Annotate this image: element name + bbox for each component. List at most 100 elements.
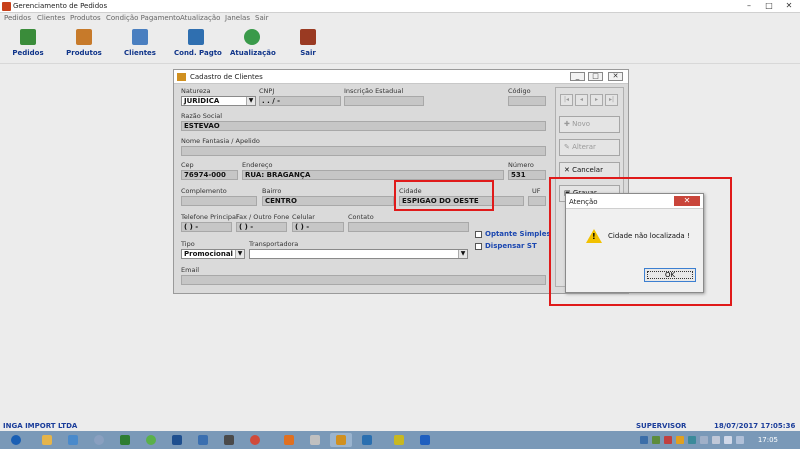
status-datetime: 18/07/2017 17:05:36 <box>714 422 796 430</box>
celular-label: Celular <box>292 213 315 221</box>
cadastro-close-button[interactable]: ✕ <box>608 72 623 81</box>
cadastro-maximize-button[interactable]: □ <box>588 72 603 81</box>
telefone-field[interactable]: ( ) - <box>181 222 232 232</box>
tray-icon-9[interactable] <box>736 436 744 444</box>
menu-clientes[interactable]: Clientes <box>37 14 65 22</box>
nav-next-button[interactable]: ▸ <box>590 94 603 106</box>
taskbar-app-6[interactable] <box>166 433 188 447</box>
status-user: SUPERVISOR <box>636 422 687 430</box>
inscricao-field[interactable] <box>344 96 424 106</box>
dispensar-st-checkbox[interactable] <box>475 243 482 250</box>
tray-icon-2[interactable] <box>652 436 660 444</box>
fax-label: Fax / Outro Fone <box>236 213 290 221</box>
endereco-label: Endereço <box>242 161 273 169</box>
taskbar-app-14[interactable] <box>388 433 410 447</box>
nav-prev-button[interactable]: ◂ <box>575 94 588 106</box>
toolbar-atualizacao-button[interactable]: Atualização <box>230 29 276 57</box>
tray-icon-3[interactable] <box>664 436 672 444</box>
dialog-close-button[interactable]: ✕ <box>674 196 700 206</box>
email-field[interactable] <box>181 275 546 285</box>
cep-label: Cep <box>181 161 194 169</box>
minimize-button[interactable]: – <box>742 1 756 11</box>
start-button[interactable] <box>2 433 30 447</box>
taskbar-app-10[interactable] <box>278 433 300 447</box>
menu-janelas[interactable]: Janelas <box>225 14 250 22</box>
contato-field[interactable] <box>348 222 469 232</box>
close-button[interactable]: ✕ <box>782 1 796 11</box>
chevron-down-icon: ▼ <box>235 250 244 258</box>
taskbar-app-13[interactable] <box>356 433 378 447</box>
ok-button[interactable]: OK <box>644 268 696 282</box>
toolbar-clientes-button[interactable]: Clientes <box>124 29 156 57</box>
celular-field[interactable]: ( ) - <box>292 222 344 232</box>
tray-icon-5[interactable] <box>688 436 696 444</box>
maximize-button[interactable]: □ <box>762 1 776 11</box>
uf-field[interactable] <box>528 196 546 206</box>
taskbar-chrome[interactable] <box>244 433 266 447</box>
tray-icon-4[interactable] <box>676 436 684 444</box>
app-title: Gerenciamento de Pedidos <box>13 2 108 10</box>
transportadora-label: Transportadora <box>249 240 299 248</box>
taskbar-app-11[interactable] <box>304 433 326 447</box>
cancel-icon: ✕ <box>564 166 573 174</box>
menu-pedidos[interactable]: Pedidos <box>4 14 31 22</box>
numero-label: Número <box>508 161 534 169</box>
cep-field[interactable]: 76974-000 <box>181 170 238 180</box>
cadastro-title: Cadastro de Clientes <box>190 73 263 81</box>
tray-icon-1[interactable] <box>640 436 648 444</box>
taskbar-app-3[interactable] <box>88 433 110 447</box>
nav-first-button[interactable]: |◂ <box>560 94 573 106</box>
app-icon <box>2 2 11 11</box>
taskbar-app-2[interactable] <box>62 433 84 447</box>
network-icon[interactable] <box>700 436 708 444</box>
cnpj-field[interactable]: . . / - <box>259 96 341 106</box>
menu-bar: Pedidos Clientes Produtos Condição Pagam… <box>0 13 800 24</box>
transportadora-select[interactable]: ▼ <box>249 249 468 259</box>
volume-icon[interactable] <box>712 436 720 444</box>
alterar-button[interactable]: ✎ Alterar <box>559 139 620 156</box>
toolbar-sair-button[interactable]: Sair <box>296 29 320 57</box>
taskbar-clock[interactable]: 17:05 <box>758 436 778 444</box>
optante-simples-checkbox[interactable] <box>475 231 482 238</box>
cond-pagto-icon <box>188 29 204 45</box>
alterar-icon: ✎ <box>564 143 573 151</box>
natureza-select[interactable]: JURÍDICA ▼ <box>181 96 256 106</box>
bairro-field[interactable]: CENTRO <box>262 196 394 206</box>
status-company: INGA IMPORT LTDA <box>3 422 78 430</box>
taskbar-excel[interactable] <box>114 433 136 447</box>
taskbar-explorer[interactable] <box>36 433 58 447</box>
menu-sair[interactable]: Sair <box>255 14 269 22</box>
warning-icon: ! <box>586 229 602 243</box>
nav-last-button[interactable]: ▸| <box>605 94 618 106</box>
toolbar-pedidos-button[interactable]: Pedidos <box>12 29 44 57</box>
tray-icon-8[interactable] <box>724 436 732 444</box>
taskbar-word[interactable] <box>414 433 436 447</box>
optante-simples-label: Optante Simples <box>485 230 551 238</box>
taskbar-app-8[interactable] <box>218 433 240 447</box>
endereco-field[interactable]: RUA: BRAGANÇA <box>242 170 504 180</box>
codigo-field[interactable] <box>508 96 546 106</box>
fax-field[interactable]: ( ) - <box>236 222 287 232</box>
nome-fantasia-field[interactable] <box>181 146 546 156</box>
taskbar-pedidos-active[interactable] <box>330 433 352 447</box>
menu-condicao-pagamento[interactable]: Condição Pagamento <box>106 14 180 22</box>
dispensar-st-label: Dispensar ST <box>485 242 537 250</box>
toolbar-produtos-button[interactable]: Produtos <box>66 29 102 57</box>
toolbar-cond-pagto-button[interactable]: Cond. Pagto <box>174 29 222 57</box>
taskbar-app-5[interactable] <box>140 433 162 447</box>
razao-social-field[interactable]: ESTEVÃO <box>181 121 546 131</box>
cadastro-minimize-button[interactable]: _ <box>570 72 585 81</box>
dialog-title-bar: Atenção ✕ <box>566 194 703 209</box>
pedidos-icon <box>20 29 36 45</box>
tipo-select[interactable]: Promocional ▼ <box>181 249 245 259</box>
complemento-field[interactable] <box>181 196 257 206</box>
taskbar-app-7[interactable] <box>192 433 214 447</box>
dialog-title: Atenção <box>569 198 598 206</box>
novo-button[interactable]: ✚ Novo <box>559 116 620 133</box>
numero-field[interactable]: 531 <box>508 170 546 180</box>
chevron-down-icon: ▼ <box>458 250 467 258</box>
menu-atualizacao[interactable]: Atualização <box>180 14 220 22</box>
telefone-label: Telefone Principal <box>181 213 238 221</box>
menu-produtos[interactable]: Produtos <box>70 14 101 22</box>
alert-dialog: Atenção ✕ ! Cidade não localizada ! OK <box>565 193 704 293</box>
